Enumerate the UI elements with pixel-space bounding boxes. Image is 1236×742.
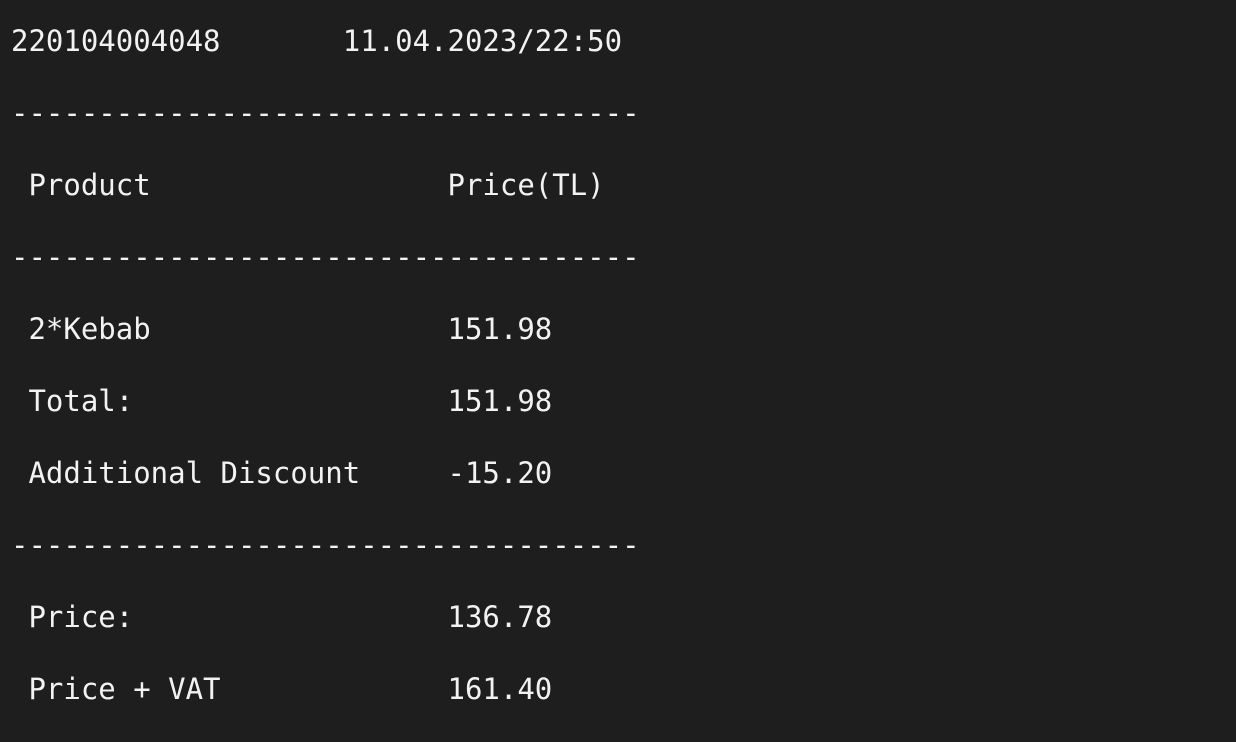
- item-line: 2*Kebab 151.98: [11, 312, 553, 346]
- price-vat-line: Price + VAT 161.40: [11, 672, 553, 706]
- total-line: Total: 151.98: [11, 384, 553, 418]
- receipt-header-line: 220104004048 11.04.2023/22:50: [11, 24, 623, 58]
- separator-line: ------------------------------------: [11, 240, 640, 274]
- terminal-output: 220104004048 11.04.2023/22:50 ----------…: [0, 0, 1236, 742]
- separator-line: ------------------------------------: [11, 528, 640, 562]
- column-header-line: Product Price(TL): [11, 168, 605, 202]
- separator-line: ------------------------------------: [11, 96, 640, 130]
- discount-line: Additional Discount -15.20: [11, 456, 553, 490]
- price-line: Price: 136.78: [11, 600, 553, 634]
